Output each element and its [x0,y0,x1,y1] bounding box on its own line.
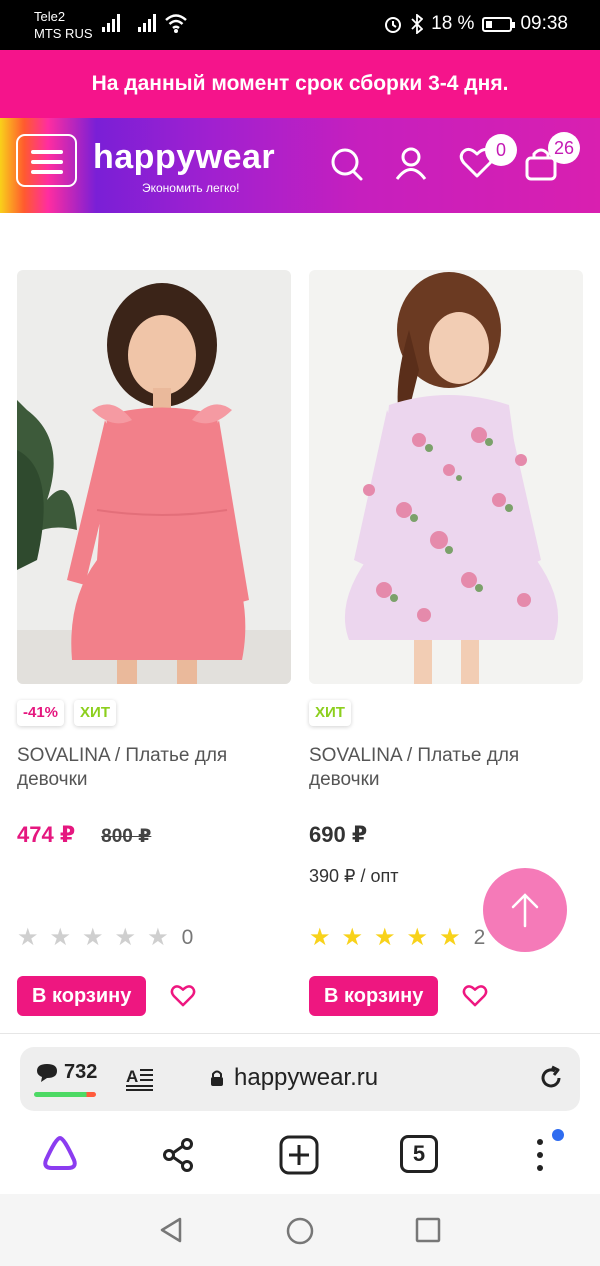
signal-2-icon [138,14,156,32]
cart-count-badge: 26 [548,132,580,164]
lock-icon [211,1070,223,1086]
url-text: happywear.ru [234,1064,379,1091]
user-icon[interactable] [394,146,428,182]
price-row: 690 ₽ [309,822,367,848]
carriers: Tele2 MTS RUS [34,8,93,42]
svg-text:A: A [126,1067,138,1086]
alice-assistant-icon[interactable] [40,1134,80,1172]
discount-badge: -41% [17,700,65,726]
comments-button[interactable]: 732 [36,1061,97,1084]
girl-pink-dress-photo [17,270,291,684]
comments-progress [34,1092,96,1097]
star-icon: ★ [439,924,461,951]
wifi-icon [165,14,187,33]
buy-row: В корзину [309,976,488,1016]
old-price: 800 ₽ [101,826,152,847]
product-card-1[interactable]: -41% ХИТ SOVALINA / Платье для девочки 4… [17,270,293,1016]
battery-icon [482,16,516,32]
url-field[interactable]: happywear.ru [210,1064,378,1092]
system-nav-bar [0,1194,600,1266]
comments-count: 732 [64,1061,98,1083]
status-bar: Tele2 MTS RUS 18 % 09:38 [0,0,600,50]
buy-row: В корзину [17,976,196,1016]
girl-floral-dress-photo [309,270,583,684]
reload-icon[interactable] [538,1065,564,1091]
star-icon: ★ [49,924,72,951]
favorite-heart-icon[interactable] [462,984,488,1008]
menu-button[interactable] [16,134,77,187]
product-title[interactable]: SOVALINA / Платье для девочки [309,744,585,792]
share-icon[interactable] [162,1138,196,1172]
clock: 09:38 [520,13,568,34]
divider [0,1033,600,1034]
carrier-1: Tele2 [34,9,66,24]
current-price: 474 ₽ [17,822,76,847]
arrow-up-icon [511,893,539,928]
bluetooth-icon [411,14,424,34]
status-right: 18 % 09:38 [383,13,568,35]
product-badges: -41% ХИТ [17,700,293,726]
star-icon: ★ [406,924,429,951]
signal-1-icon [102,14,120,32]
search-icon[interactable] [330,146,364,182]
scroll-to-top-button[interactable] [483,868,567,952]
alarm-icon [385,17,402,33]
recents-icon[interactable] [414,1216,442,1244]
wishlist-count-badge: 0 [485,134,517,166]
assembly-notice: На данный момент срок сборки 3-4 дня. [0,50,600,118]
reader-mode-icon[interactable]: A [126,1065,154,1091]
product-title[interactable]: SOVALINA / Платье для девочки [17,744,293,792]
star-icon: ★ [341,924,364,951]
star-icon: ★ [82,924,104,951]
star-icon: ★ [374,924,396,951]
rating-count: 0 [181,926,194,949]
product-badges: ХИТ [309,700,585,726]
rating: ★ ★ ★ ★ ★ 0 [17,926,193,950]
current-price: 690 ₽ [309,822,368,847]
site-header: happywear Экономить легко! 0 26 [0,118,600,213]
favorite-heart-icon[interactable] [170,984,196,1008]
browser-toolbar: 5 [0,1126,600,1186]
browser-address-bar[interactable]: 732 A happywear.ru [20,1047,580,1111]
chat-bubble-icon [37,1063,57,1082]
tabs-count-button[interactable]: 5 [400,1135,438,1173]
star-icon: ★ [147,924,169,951]
price-row: 474 ₽ 800 ₽ [17,822,151,848]
wholesale-price: 390 ₽ / опт [309,866,399,886]
star-icon: ★ [114,924,137,951]
notification-dot [552,1129,564,1141]
more-menu-icon[interactable] [534,1138,546,1172]
logo[interactable]: happywear [93,138,275,176]
battery-percent: 18 % [431,13,475,34]
carrier-2: MTS RUS [34,26,93,41]
hit-badge: ХИТ [74,700,116,726]
hit-badge: ХИТ [309,700,351,726]
product-image[interactable] [17,270,291,684]
home-icon[interactable] [285,1216,315,1246]
product-card-2[interactable]: ХИТ SOVALINA / Платье для девочки 690 ₽ … [309,270,585,1016]
product-image[interactable] [309,270,583,684]
add-to-cart-button[interactable]: В корзину [17,976,147,1016]
slogan: Экономить легко! [142,181,240,195]
back-icon[interactable] [158,1216,186,1244]
add-to-cart-button[interactable]: В корзину [309,976,439,1016]
star-icon: ★ [17,924,39,951]
star-icon: ★ [309,924,331,951]
rating: ★ ★ ★ ★ ★ 2 [309,926,485,950]
rating-count: 2 [473,926,486,949]
new-tab-icon[interactable] [279,1135,319,1175]
